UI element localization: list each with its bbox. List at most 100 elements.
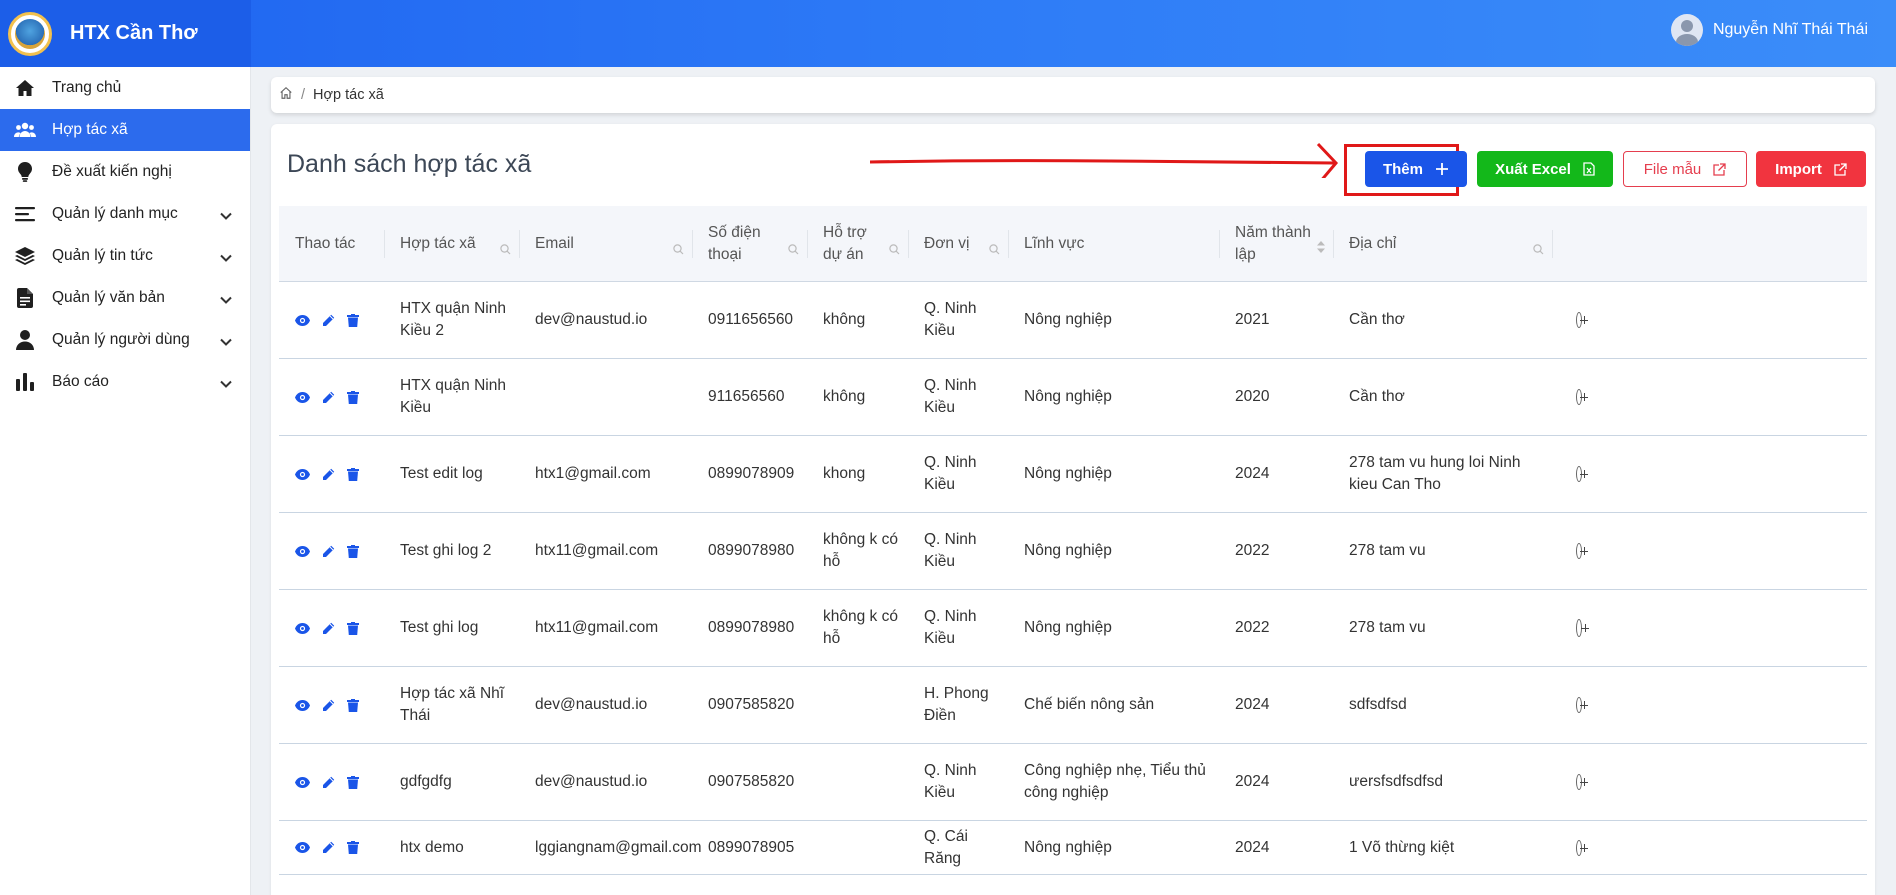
- edit-icon[interactable]: [322, 391, 335, 404]
- expand-row-icon[interactable]: [1576, 543, 1588, 559]
- external-link-icon: [1713, 162, 1726, 176]
- edit-icon[interactable]: [322, 776, 335, 789]
- sidebar-item-5[interactable]: Quản lý tin tức: [0, 235, 250, 277]
- sidebar-item-6[interactable]: Quản lý văn bản: [0, 277, 250, 319]
- column-header-4[interactable]: Số điện thoại: [692, 206, 807, 281]
- column-header-label: Địa chỉ: [1349, 234, 1397, 252]
- column-header-9[interactable]: Địa chỉ: [1333, 206, 1552, 281]
- home-icon: [14, 77, 36, 99]
- expand-row-icon[interactable]: [1576, 839, 1588, 856]
- view-icon[interactable]: [295, 622, 310, 634]
- delete-icon[interactable]: [347, 544, 359, 558]
- sidebar-item-label: Trang chủ: [52, 79, 122, 96]
- cell-year: 2024: [1235, 465, 1270, 482]
- column-search-icon[interactable]: [1533, 240, 1544, 262]
- sidebar-item-label: Quản lý văn bản: [52, 289, 165, 306]
- column-header-expand: [1552, 206, 1592, 281]
- delete-icon[interactable]: [347, 313, 359, 327]
- cell-support: [807, 667, 908, 743]
- sidebar-item-1[interactable]: Trang chủ: [0, 67, 250, 109]
- expand-row-icon[interactable]: [1576, 774, 1588, 790]
- add-button[interactable]: Thêm: [1365, 151, 1467, 187]
- expand-row-icon[interactable]: [1576, 312, 1588, 328]
- row-actions: [279, 513, 384, 589]
- view-icon[interactable]: [295, 314, 310, 326]
- edit-icon[interactable]: [322, 545, 335, 558]
- view-icon[interactable]: [295, 468, 310, 480]
- sidebar-item-label: Báo cáo: [52, 373, 109, 390]
- user-menu[interactable]: Nguyễn Nhĩ Thái Thái: [1670, 14, 1868, 46]
- table-row: Test ghi log htx11@gmail.com 0899078980 khô…: [279, 590, 1867, 667]
- plus-icon: [1435, 162, 1449, 176]
- expand-row-icon[interactable]: [1576, 697, 1588, 713]
- row-actions: [279, 282, 384, 358]
- cell-unit: H. Phong Điền: [924, 685, 989, 724]
- column-search-icon[interactable]: [673, 240, 684, 262]
- edit-icon[interactable]: [322, 314, 335, 327]
- column-header-2[interactable]: Hợp tác xã: [384, 206, 519, 281]
- column-search-icon[interactable]: [500, 240, 511, 262]
- cell-address: 278 tam vu: [1349, 542, 1426, 559]
- delete-icon[interactable]: [347, 841, 359, 854]
- sidebar-item-2[interactable]: Hợp tác xã: [0, 109, 250, 151]
- cell-year: 2022: [1235, 619, 1270, 636]
- column-header-1[interactable]: Thao tác: [279, 206, 384, 281]
- edit-icon[interactable]: [322, 699, 335, 712]
- expand-row-icon[interactable]: [1576, 619, 1589, 637]
- sidebar-item-8[interactable]: Báo cáo: [0, 361, 250, 403]
- column-header-6[interactable]: Đơn vị: [908, 206, 1008, 281]
- view-icon[interactable]: [295, 391, 310, 403]
- edit-icon[interactable]: [322, 622, 335, 635]
- delete-icon[interactable]: [347, 698, 359, 712]
- template-file-button[interactable]: File mẫu: [1623, 151, 1747, 187]
- delete-icon[interactable]: [347, 775, 359, 789]
- column-header-label: Năm thành lập: [1235, 223, 1311, 263]
- cell-name: Test ghi log 2: [400, 542, 492, 559]
- column-search-icon[interactable]: [989, 240, 1000, 262]
- row-actions: [279, 667, 384, 743]
- brand[interactable]: HTX Cần Thơ: [0, 0, 251, 67]
- column-header-7[interactable]: Lĩnh vực: [1008, 206, 1219, 281]
- logo-icon: [8, 11, 52, 56]
- external-link-icon: [1834, 162, 1847, 176]
- sort-icon[interactable]: [1317, 238, 1325, 260]
- chevron-down-icon: [220, 333, 234, 347]
- sidebar-item-7[interactable]: Quản lý người dùng: [0, 319, 250, 361]
- delete-icon[interactable]: [347, 390, 359, 404]
- cell-name: HTX quận Ninh Kiều: [400, 377, 506, 416]
- view-icon[interactable]: [295, 699, 310, 711]
- column-header-8[interactable]: Năm thành lập: [1219, 206, 1333, 281]
- column-header-label: Số điện thoại: [708, 223, 761, 263]
- expand-row-icon[interactable]: [1576, 466, 1588, 482]
- table-body: HTX quận Ninh Kiều 2 dev@naustud.io 091165…: [279, 282, 1867, 875]
- column-header-label: Hỗ trợ dự án: [823, 223, 867, 263]
- cell-email: htx1@gmail.com: [535, 465, 651, 482]
- sidebar-item-4[interactable]: Quản lý danh mục: [0, 193, 250, 235]
- edit-icon[interactable]: [322, 468, 335, 481]
- view-icon[interactable]: [295, 842, 310, 853]
- view-icon[interactable]: [295, 545, 310, 557]
- cell-support: không k có hỗ: [823, 531, 898, 570]
- column-header-3[interactable]: Email: [519, 206, 692, 281]
- add-button-label: Thêm: [1382, 160, 1423, 178]
- cell-name: gdfgdfg: [400, 773, 452, 790]
- column-header-5[interactable]: Hỗ trợ dự án: [807, 206, 908, 281]
- column-search-icon[interactable]: [889, 240, 900, 262]
- cell-phone: 0907585820: [708, 696, 795, 713]
- expand-row-icon[interactable]: [1576, 389, 1588, 405]
- home-icon[interactable]: [279, 86, 293, 104]
- sidebar: Trang chủ Hợp tác xã Đề xuất kiến nghị Quản…: [0, 67, 251, 895]
- cell-address: Cần thơ: [1349, 311, 1405, 328]
- delete-icon[interactable]: [347, 621, 359, 635]
- cell-expand: [1552, 667, 1592, 743]
- import-button[interactable]: Import: [1756, 151, 1866, 187]
- sidebar-item-3[interactable]: Đề xuất kiến nghị: [0, 151, 250, 193]
- export-excel-button[interactable]: Xuất Excel: [1477, 151, 1613, 187]
- page-title: Danh sách hợp tác xã: [287, 150, 532, 178]
- delete-icon[interactable]: [347, 467, 359, 481]
- edit-icon[interactable]: [322, 841, 335, 854]
- sidebar-item-label: Quản lý người dùng: [52, 331, 190, 348]
- view-icon[interactable]: [295, 776, 310, 788]
- sidebar-item-label: Quản lý danh mục: [52, 205, 178, 222]
- column-search-icon[interactable]: [788, 240, 799, 262]
